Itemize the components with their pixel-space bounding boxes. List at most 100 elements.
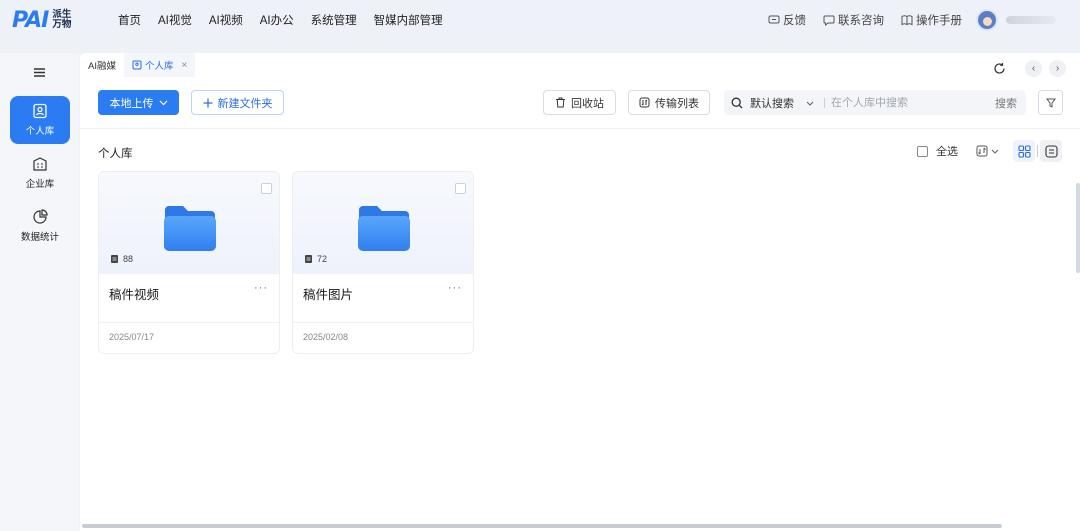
contact-link[interactable]: 联系咨询	[823, 12, 884, 28]
grid-icon	[1017, 144, 1031, 158]
logo-mark: PAI	[12, 7, 49, 33]
more-options-icon[interactable]: ···	[448, 282, 462, 294]
recycle-bin-label: 回收站	[571, 97, 604, 110]
upload-label: 本地上传	[109, 97, 154, 110]
select-all-label: 全选	[936, 146, 958, 158]
card-divider	[99, 322, 279, 323]
chat-icon	[823, 15, 835, 26]
upload-button[interactable]: 本地上传	[98, 90, 179, 115]
avatar[interactable]	[976, 9, 998, 31]
manual-link[interactable]: 操作手册	[901, 12, 962, 28]
search-button[interactable]: 搜索	[995, 95, 1017, 111]
checkbox-icon	[917, 145, 928, 157]
vertical-scrollbar[interactable]	[1076, 183, 1080, 273]
chevron-down-icon	[991, 149, 999, 154]
tab-ai-media[interactable]: AI融媒	[80, 53, 124, 77]
tab-bar: AI融媒 个人库 ×	[80, 53, 196, 77]
page-title: 个人库	[98, 148, 133, 160]
logo-text: 派生 万物	[52, 10, 74, 30]
horizontal-scrollbar[interactable]	[82, 524, 1002, 528]
folder-date: 2025/07/17	[109, 332, 155, 342]
file-count-value: 88	[123, 254, 134, 264]
sidebar-item-statistics[interactable]: 数据统计	[10, 202, 70, 250]
personal-library-icon	[33, 103, 47, 119]
top-right-links: 反馈 联系咨询 操作手册	[768, 0, 1080, 40]
view-divider	[1037, 145, 1038, 157]
folder-thumbnail: 72	[293, 172, 473, 274]
nav-ai-office[interactable]: AI办公	[260, 12, 294, 28]
toolbar: 本地上传 新建文件夹 回收站 传输列表 默认搜索 搜索	[98, 90, 1063, 116]
filter-button[interactable]	[1038, 90, 1063, 115]
tab-tools: ‹ ›	[984, 60, 1066, 77]
search-mode-select[interactable]: 默认搜索	[750, 95, 794, 111]
personal-library-icon	[132, 60, 142, 70]
sidebar-item-label: 数据统计	[20, 232, 59, 243]
file-count-icon	[305, 255, 312, 263]
main-panel: AI融媒 个人库 × ‹ › 本地上传 新建文件夹 回收站 传输列表 默认搜索 …	[80, 53, 1080, 531]
file-count: 88	[110, 254, 133, 264]
search-bar: 默认搜索 搜索	[724, 90, 1026, 115]
sidebar-item-personal-library[interactable]: 个人库	[10, 96, 70, 144]
trash-icon	[556, 97, 565, 108]
nav-media-internal-management[interactable]: 智媒内部管理	[374, 12, 443, 28]
tab-personal-library[interactable]: 个人库 ×	[123, 53, 196, 77]
scroll-left-icon[interactable]: ‹	[1025, 60, 1042, 77]
tab-close-icon[interactable]: ×	[182, 60, 188, 71]
search-icon	[731, 97, 743, 108]
enterprise-library-icon	[33, 157, 47, 171]
more-options-icon[interactable]: ···	[254, 282, 268, 294]
nav-system-management[interactable]: 系统管理	[311, 12, 357, 28]
menu-toggle-icon[interactable]	[34, 65, 45, 80]
top-bar: PAI 派生 万物 首页 AI视觉 AI视频 AI办公 系统管理 智媒内部管理 …	[0, 0, 1080, 40]
file-count: 72	[304, 254, 327, 264]
statistics-icon	[33, 209, 48, 224]
nav-home[interactable]: 首页	[118, 12, 141, 28]
nav-ai-video[interactable]: AI视频	[209, 12, 243, 28]
chevron-down-icon[interactable]	[806, 98, 814, 108]
file-count-icon	[111, 255, 118, 263]
tab-label: 个人库	[144, 61, 174, 72]
sort-icon	[976, 145, 988, 157]
feedback-icon	[768, 15, 780, 24]
search-divider	[824, 97, 825, 108]
folder-name: 稿件图片	[303, 288, 354, 302]
main-nav: 首页 AI视觉 AI视频 AI办公 系统管理 智媒内部管理	[118, 12, 460, 28]
feedback-label: 反馈	[783, 15, 806, 27]
folder-card[interactable]: 88 稿件视频 ··· 2025/07/17	[98, 171, 280, 354]
plus-icon	[203, 98, 212, 107]
nav-ai-vision[interactable]: AI视觉	[158, 12, 192, 28]
folder-name: 稿件视频	[109, 288, 160, 302]
list-view-button[interactable]	[1040, 140, 1062, 162]
feedback-link[interactable]: 反馈	[768, 12, 806, 28]
transfer-list-label: 传输列表	[655, 97, 699, 110]
user-name-blurred	[1006, 16, 1056, 24]
card-divider	[293, 322, 473, 323]
new-folder-label: 新建文件夹	[217, 97, 273, 110]
logo[interactable]: PAI 派生 万物	[12, 8, 98, 33]
toolbar-divider	[80, 128, 1080, 129]
folder-date: 2025/02/08	[303, 332, 349, 342]
scroll-right-icon[interactable]: ›	[1049, 60, 1066, 77]
recycle-bin-button[interactable]: 回收站	[543, 90, 616, 115]
grid-view-button[interactable]	[1013, 140, 1035, 162]
search-input[interactable]	[831, 96, 971, 109]
logo-text-line2: 万物	[52, 19, 72, 30]
list-icon	[1044, 144, 1058, 158]
file-count-value: 72	[317, 254, 328, 264]
transfer-icon	[639, 97, 650, 108]
sort-button[interactable]	[976, 145, 999, 157]
sidebar-item-enterprise-library[interactable]: 企业库	[10, 149, 70, 197]
folder-card[interactable]: 72 稿件图片 ··· 2025/02/08	[292, 171, 474, 354]
refresh-icon[interactable]	[991, 60, 1008, 77]
filter-icon	[1045, 98, 1056, 108]
sidebar: 个人库 企业库 数据统计	[0, 53, 79, 531]
manual-label: 操作手册	[916, 15, 962, 27]
chevron-down-icon	[159, 100, 167, 105]
card-checkbox[interactable]	[455, 183, 466, 194]
select-all-checkbox[interactable]: 全选	[917, 143, 958, 159]
transfer-list-button[interactable]: 传输列表	[628, 90, 710, 115]
contact-label: 联系咨询	[838, 15, 884, 27]
new-folder-button[interactable]: 新建文件夹	[191, 90, 284, 115]
card-checkbox[interactable]	[261, 183, 272, 194]
folder-icon	[358, 206, 410, 251]
